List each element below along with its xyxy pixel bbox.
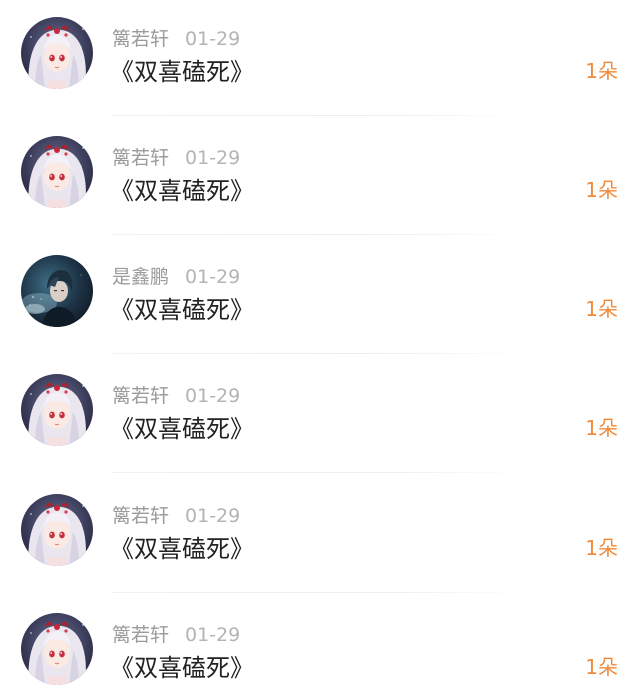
- comment-list: 篱若轩 01-29 《双喜磕死》 1朵 篱若轩 01-29 《双喜磕死》 1朵 是鑫…: [0, 0, 640, 688]
- user-avatar[interactable]: [21, 494, 93, 566]
- comment-date: 01-29: [185, 28, 241, 50]
- comment-row[interactable]: 篱若轩 01-29 《双喜磕死》 1朵: [0, 477, 640, 596]
- anime-girl-avatar-icon: [21, 374, 93, 446]
- row-divider: [112, 592, 530, 593]
- row-divider: [112, 115, 530, 116]
- flower-count: 1朵: [585, 59, 618, 83]
- comment-text: 《双喜磕死》: [110, 296, 254, 324]
- row-divider: [112, 472, 530, 473]
- anime-girl-avatar-icon: [21, 17, 93, 89]
- comment-meta: 是鑫鹏 01-29: [112, 264, 240, 290]
- flower-count: 1朵: [585, 297, 618, 321]
- comment-meta: 篱若轩 01-29: [112, 26, 240, 52]
- row-divider: [112, 353, 530, 354]
- flower-count: 1朵: [585, 178, 618, 202]
- anime-girl-avatar-icon: [21, 613, 93, 685]
- flower-count: 1朵: [585, 416, 618, 440]
- comment-meta: 篱若轩 01-29: [112, 383, 240, 409]
- username[interactable]: 是鑫鹏: [112, 266, 169, 288]
- username[interactable]: 篱若轩: [112, 505, 169, 527]
- flower-count: 1朵: [585, 655, 618, 679]
- comment-text: 《双喜磕死》: [110, 535, 254, 563]
- comment-row[interactable]: 篱若轩 01-29 《双喜磕死》 1朵: [0, 0, 640, 119]
- comment-text: 《双喜磕死》: [110, 654, 254, 682]
- flower-count: 1朵: [585, 536, 618, 560]
- username[interactable]: 篱若轩: [112, 28, 169, 50]
- user-avatar[interactable]: [21, 136, 93, 208]
- username[interactable]: 篱若轩: [112, 624, 169, 646]
- comment-date: 01-29: [185, 624, 241, 646]
- comment-date: 01-29: [185, 505, 241, 527]
- comment-meta: 篱若轩 01-29: [112, 622, 240, 648]
- anime-girl-avatar-icon: [21, 136, 93, 208]
- comment-row[interactable]: 篱若轩 01-29 《双喜磕死》 1朵: [0, 357, 640, 476]
- username[interactable]: 篱若轩: [112, 147, 169, 169]
- anime-girl-avatar-icon: [21, 494, 93, 566]
- user-avatar[interactable]: [21, 17, 93, 89]
- user-avatar[interactable]: [21, 613, 93, 685]
- comment-text: 《双喜磕死》: [110, 177, 254, 205]
- comment-date: 01-29: [185, 385, 241, 407]
- comment-meta: 篱若轩 01-29: [112, 503, 240, 529]
- comment-date: 01-29: [185, 147, 241, 169]
- comment-row[interactable]: 是鑫鹏 01-29 《双喜磕死》 1朵: [0, 238, 640, 357]
- comment-text: 《双喜磕死》: [110, 58, 254, 86]
- comment-date: 01-29: [185, 266, 241, 288]
- comment-text: 《双喜磕死》: [110, 415, 254, 443]
- comment-meta: 篱若轩 01-29: [112, 145, 240, 171]
- dark-hair-boy-avatar-icon: [21, 255, 93, 327]
- comment-row[interactable]: 篱若轩 01-29 《双喜磕死》 1朵: [0, 119, 640, 238]
- username[interactable]: 篱若轩: [112, 385, 169, 407]
- row-divider: [112, 234, 530, 235]
- user-avatar[interactable]: [21, 374, 93, 446]
- comment-row[interactable]: 篱若轩 01-29 《双喜磕死》 1朵: [0, 596, 640, 688]
- user-avatar[interactable]: [21, 255, 93, 327]
